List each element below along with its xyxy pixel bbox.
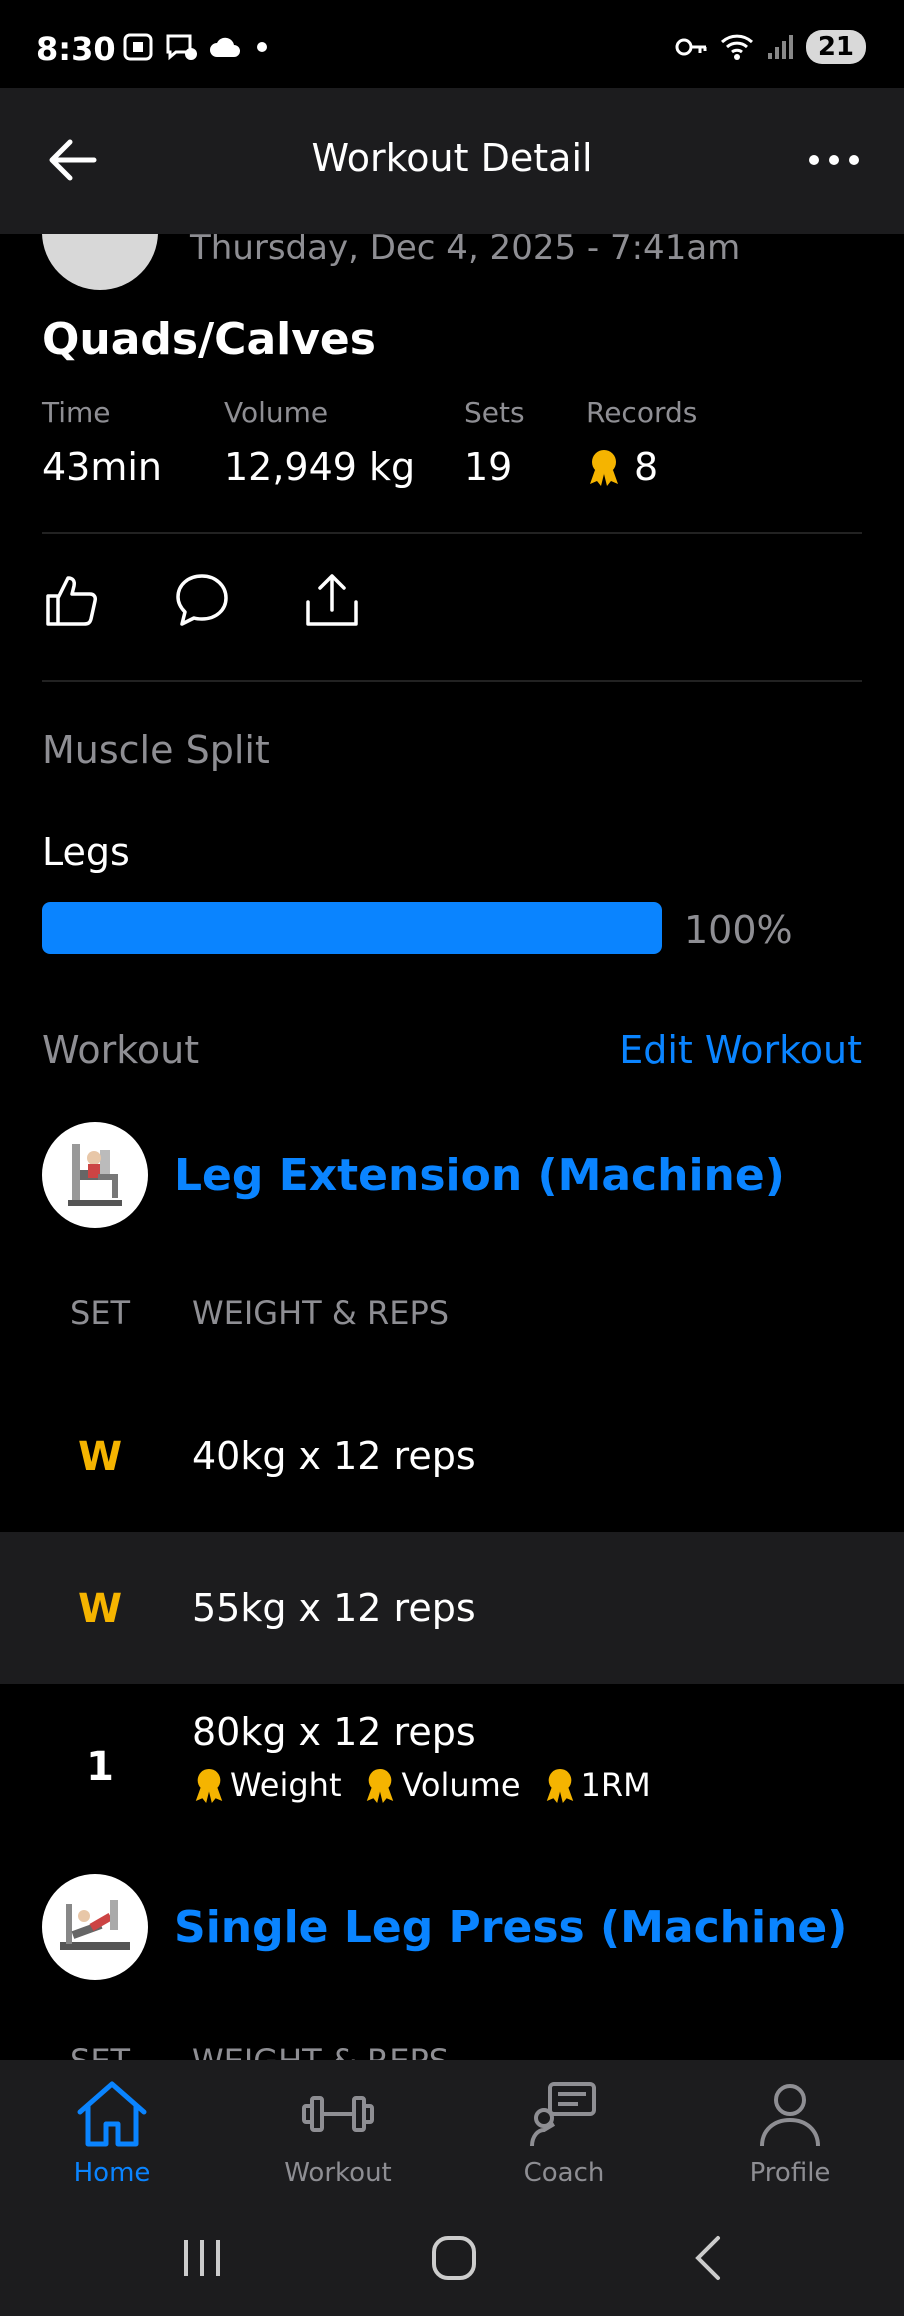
stat-label: Sets <box>464 396 525 429</box>
tab-profile[interactable]: Profile <box>690 2078 890 2188</box>
exercise-thumbnail[interactable] <box>42 1874 148 1980</box>
workout-date: Thursday, Dec 4, 2025 - 7:41am <box>190 234 741 268</box>
exercise-name[interactable]: Single Leg Press (Machine) <box>174 1902 847 1953</box>
share-icon[interactable] <box>302 570 362 630</box>
exercise-thumbnail[interactable] <box>42 1122 148 1228</box>
tab-label: Coach <box>523 2158 605 2188</box>
medal-icon <box>367 1768 394 1803</box>
muscle-label: Legs <box>42 830 130 874</box>
muscle-progress-fill <box>42 902 662 954</box>
record-badge: 1RM <box>543 1766 651 1804</box>
tab-home[interactable]: Home <box>12 2078 212 2188</box>
record-label: Weight <box>230 1766 342 1804</box>
status-icons-right: 21 <box>674 30 866 64</box>
set-weight-reps: 55kg x 12 reps <box>192 1586 476 1630</box>
set-row: W 40kg x 12 reps <box>0 1380 904 1532</box>
bottom-tab-bar: Home Workout Coach Profile <box>0 2060 904 2200</box>
divider <box>42 680 862 682</box>
tab-label: Home <box>73 2158 151 2188</box>
stat-time: Time 43min <box>42 396 162 489</box>
action-bar <box>42 570 362 630</box>
leg-press-machine-icon <box>60 1900 130 1950</box>
system-back-icon[interactable] <box>680 2230 740 2286</box>
set-row: 1 80kg x 12 reps Weight Volume 1RM <box>0 1684 904 1844</box>
comment-icon[interactable] <box>172 570 232 630</box>
tab-label: Workout <box>284 2158 392 2188</box>
muscle-split-heading: Muscle Split <box>42 728 270 772</box>
stat-value: 12,949 kg <box>224 445 416 489</box>
stat-value: 19 <box>464 445 513 489</box>
profile-icon <box>760 2084 820 2147</box>
home-icon <box>77 2081 147 2147</box>
stat-label: Time <box>42 396 111 429</box>
coach-icon <box>530 2082 596 2147</box>
exercise-header[interactable]: Leg Extension (Machine) <box>42 1122 785 1228</box>
record-badge: Weight <box>192 1766 341 1804</box>
stat-value: 43min <box>42 445 163 489</box>
medal-icon <box>546 1768 573 1803</box>
stat-sets: Sets 19 <box>464 396 525 489</box>
cloud-icon <box>210 37 240 57</box>
workout-heading: Workout <box>42 1028 200 1072</box>
medal-icon <box>195 1768 223 1803</box>
tab-coach[interactable]: Coach <box>464 2078 664 2188</box>
set-number: W <box>77 1586 123 1632</box>
stat-volume: Volume 12,949 kg <box>224 396 415 489</box>
set-column-header: SET <box>70 2042 130 2060</box>
set-column-header: SET <box>70 1294 131 1332</box>
workout-title: Quads/Calves <box>42 314 376 365</box>
user-avatar[interactable] <box>42 234 158 290</box>
stat-records: Records 8 <box>586 396 697 489</box>
exercise-header[interactable]: Single Leg Press (Machine) <box>42 1874 847 1980</box>
app-bar: Workout Detail <box>0 88 904 234</box>
workout-detail-content[interactable]: Thursday, Dec 4, 2025 - 7:41am Quads/Cal… <box>0 234 904 2060</box>
battery-level: 21 <box>805 30 866 64</box>
signal-icon <box>767 35 793 59</box>
dumbbell-icon <box>302 2096 374 2132</box>
set-number: W <box>77 1434 123 1480</box>
tab-workout[interactable]: Workout <box>238 2078 438 2188</box>
muscle-progress-bar <box>42 902 662 954</box>
set-weight-reps: 80kg x 12 reps <box>192 1710 476 1754</box>
home-button-icon[interactable] <box>424 2230 484 2286</box>
record-badge: Volume <box>363 1766 521 1804</box>
status-time: 8:30 <box>36 30 116 68</box>
muscle-percent: 100% <box>684 908 793 952</box>
record-label: Volume <box>401 1766 521 1804</box>
status-bar: 8:30 21 <box>0 0 904 88</box>
dot-icon <box>257 42 267 52</box>
stat-label: Volume <box>224 396 329 429</box>
divider <box>42 532 862 534</box>
set-records: Weight Volume 1RM <box>192 1766 651 1804</box>
weight-reps-column-header: WEIGHT & REPS <box>192 2042 449 2060</box>
stat-value: 8 <box>634 445 659 489</box>
set-row: W 55kg x 12 reps <box>0 1532 904 1684</box>
record-label: 1RM <box>580 1766 651 1804</box>
recent-apps-icon[interactable] <box>172 2230 232 2286</box>
tab-label: Profile <box>749 2158 831 2188</box>
chat-app-icon <box>166 34 197 61</box>
status-icons-left <box>122 32 272 62</box>
set-weight-reps: 40kg x 12 reps <box>192 1434 476 1478</box>
more-options-icon[interactable] <box>804 132 864 188</box>
edit-workout-link[interactable]: Edit Workout <box>619 1028 862 1072</box>
medal-icon <box>590 450 618 486</box>
wifi-icon <box>720 34 753 60</box>
stat-label: Records <box>586 396 698 429</box>
system-navigation-bar <box>0 2200 904 2316</box>
weight-reps-column-header: WEIGHT & REPS <box>192 1294 450 1332</box>
screenshot-icon <box>123 33 153 61</box>
like-icon[interactable] <box>42 570 102 630</box>
leg-extension-machine-icon <box>68 1144 122 1206</box>
exercise-name[interactable]: Leg Extension (Machine) <box>174 1150 785 1201</box>
set-number: 1 <box>86 1744 114 1790</box>
page-title: Workout Detail <box>311 136 593 180</box>
vpn-key-icon <box>675 38 707 56</box>
